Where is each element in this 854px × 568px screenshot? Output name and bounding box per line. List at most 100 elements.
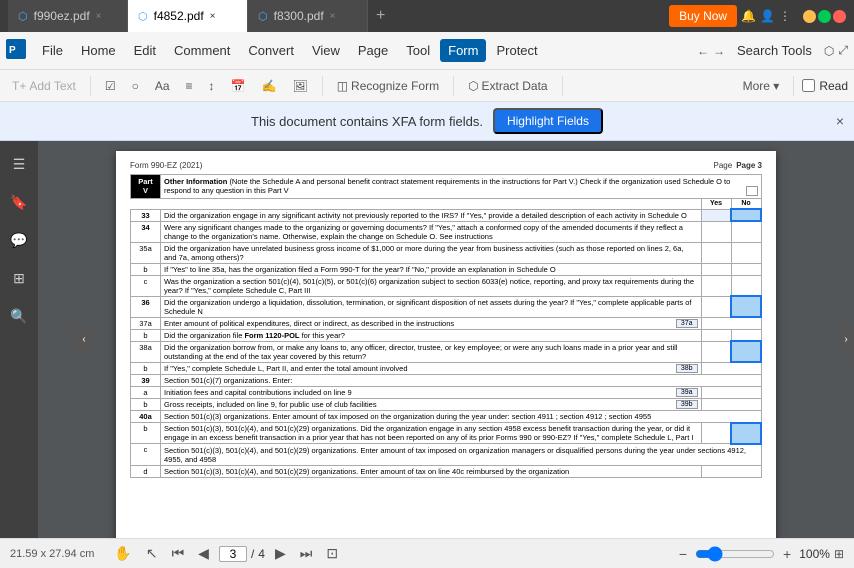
row-text-38b: If "Yes," complete Schedule L, Part II, … — [161, 362, 702, 374]
sidebar-comment-icon[interactable]: 💬 — [4, 225, 34, 255]
row-text-36: Did the organization undergo a liquidati… — [161, 296, 702, 317]
row-no-38a — [731, 341, 761, 362]
sidebar-menu-icon[interactable]: ☰ — [4, 149, 34, 179]
add-text-button[interactable]: T+ Add Text — [6, 76, 82, 96]
toolbar: T+ Add Text ☑ ○ Aa ≡ ↕ 📅 ✍ 🖼 ◫ Recognize… — [0, 70, 854, 102]
back-icon[interactable]: ← — [697, 44, 709, 58]
row-no-35b — [731, 263, 761, 275]
account-icon[interactable]: 👤 — [760, 9, 775, 23]
page-number-input[interactable] — [219, 546, 247, 562]
sidebar-search-icon[interactable]: 🔍 — [4, 301, 34, 331]
tab-f8300[interactable]: ⬡ f8300.pdf × — [248, 0, 368, 32]
menu-edit[interactable]: Edit — [126, 39, 164, 62]
toolbar-icon-date: 📅 — [225, 76, 252, 96]
form-label: Form 990-EZ (2021) — [130, 161, 202, 170]
menu-file[interactable]: File — [34, 39, 71, 62]
menu-home[interactable]: Home — [73, 39, 124, 62]
zoom-out-button[interactable]: − — [675, 544, 691, 564]
add-tab-button[interactable]: + — [368, 0, 393, 32]
menu-view[interactable]: View — [304, 39, 348, 62]
row-col-38b — [701, 362, 761, 374]
input-38b[interactable]: 38b — [676, 364, 698, 373]
row-num-35c: c — [131, 275, 161, 296]
last-page-button[interactable]: ⏭ — [296, 543, 317, 564]
read-checkbox[interactable] — [802, 79, 815, 92]
tab-f4852[interactable]: ⬡ f4852.pdf × — [128, 0, 248, 32]
svg-text:P: P — [9, 45, 16, 56]
sidebar-bookmark-icon[interactable]: 🔖 — [4, 187, 34, 217]
extract-data-button[interactable]: ⬡ Extract Data — [462, 76, 554, 96]
row-no-36 — [731, 296, 761, 317]
toolbar-hand-icon[interactable]: ✋ — [110, 543, 135, 564]
read-label: Read — [819, 79, 848, 93]
external-link-icon[interactable]: ⬡ — [824, 44, 834, 58]
toolbar-icon-sign: ✍ — [256, 76, 283, 96]
row-text-35c: Was the organization a section 501(c)(4)… — [161, 275, 702, 296]
toolbar-separator-3 — [453, 76, 454, 96]
table-row: a Initiation fees and capital contributi… — [131, 386, 762, 398]
menu-page[interactable]: Page — [350, 39, 396, 62]
recognize-form-button[interactable]: ◫ Recognize Form — [331, 76, 445, 96]
menu-tool[interactable]: Tool — [398, 39, 438, 62]
minimize-button[interactable] — [803, 10, 816, 23]
toolbar-cursor-icon[interactable]: ↖ — [142, 543, 162, 564]
next-page-button[interactable]: ▶ — [271, 543, 290, 564]
dimensions-info: 21.59 x 27.94 cm — [10, 548, 94, 560]
row-no-33 — [731, 209, 761, 221]
search-tools-button[interactable]: Search Tools — [729, 39, 820, 62]
tab-bar: ⬡ f990ez.pdf × ⬡ f4852.pdf × ⬡ f8300.pdf… — [8, 0, 669, 32]
zoom-value: 100% — [799, 547, 830, 561]
row-col-39a — [701, 386, 761, 398]
menu-dots-icon[interactable]: ⋮ — [779, 9, 791, 23]
row-num-36: 36 — [131, 296, 161, 317]
row-text-39: Section 501(c)(7) organizations. Enter: — [161, 374, 762, 386]
toolbar-icon-text: Aa — [149, 76, 176, 96]
tab-close-f8300[interactable]: × — [330, 11, 336, 22]
input-39a[interactable]: 39a — [676, 388, 698, 397]
row-num-35b: b — [131, 263, 161, 275]
menu-convert[interactable]: Convert — [240, 39, 302, 62]
row-num-37a: 37a — [131, 317, 161, 329]
row-text-34: Were any significant changes made to the… — [161, 221, 702, 242]
fit-page-button[interactable]: ⊡ — [322, 543, 342, 564]
maximize-button[interactable] — [818, 10, 831, 23]
menu-protect[interactable]: Protect — [488, 39, 545, 62]
more-button[interactable]: More ▾ — [737, 76, 786, 96]
zoom-slider[interactable] — [695, 546, 775, 562]
xfa-message: This document contains XFA form fields. — [251, 114, 483, 129]
tab-close-f990ez[interactable]: × — [96, 11, 102, 22]
collapse-right-icon[interactable]: ⤢ — [838, 43, 848, 58]
zoom-in-button[interactable]: + — [779, 544, 795, 564]
buy-now-button[interactable]: Buy Now — [669, 5, 737, 27]
update-icon[interactable]: 🔔 — [741, 9, 756, 23]
menu-comment[interactable]: Comment — [166, 39, 238, 62]
row-no-35c — [731, 275, 761, 296]
fit-width-icon[interactable]: ⊞ — [834, 547, 844, 561]
page-header: Form 990-EZ (2021) Page Page 3 — [130, 161, 762, 170]
row-text-40b: Section 501(c)(3), 501(c)(4), and 501(c)… — [161, 423, 702, 444]
menu-form[interactable]: Form — [440, 39, 486, 62]
prev-page-button[interactable]: ◀ — [194, 543, 213, 564]
highlight-fields-button[interactable]: Highlight Fields — [493, 108, 603, 134]
first-page-button[interactable]: ⏮ — [168, 543, 189, 564]
tab-f990ez[interactable]: ⬡ f990ez.pdf × — [8, 0, 128, 32]
input-37a[interactable]: 37a — [676, 319, 698, 328]
sidebar-pages-icon[interactable]: ⊞ — [4, 263, 34, 293]
titlebar-controls: Buy Now 🔔 👤 ⋮ — [669, 5, 846, 27]
tab-close-f4852[interactable]: × — [210, 11, 216, 22]
row-text-40d: Section 501(c)(3), 501(c)(4), and 501(c)… — [161, 465, 702, 477]
toolbar-icon-circle: ○ — [126, 76, 145, 96]
sidebar-collapse-button[interactable]: ‹ — [76, 325, 92, 355]
close-button[interactable] — [833, 10, 846, 23]
extract-icon: ⬡ — [468, 79, 478, 93]
table-row: 38a Did the organization borrow from, or… — [131, 341, 762, 362]
row-num-39b: b — [131, 398, 161, 410]
forward-icon[interactable]: → — [713, 44, 725, 58]
row-col-40d — [701, 465, 761, 477]
input-39b[interactable]: 39b — [676, 400, 698, 409]
recognize-form-icon: ◫ — [337, 79, 348, 93]
right-sidebar-collapse-button[interactable]: › — [838, 325, 854, 355]
xfa-close-button[interactable]: × — [836, 113, 844, 129]
row-text-40c: Section 501(c)(3), 501(c)(4), and 501(c)… — [161, 444, 762, 466]
row-num-38a: 38a — [131, 341, 161, 362]
